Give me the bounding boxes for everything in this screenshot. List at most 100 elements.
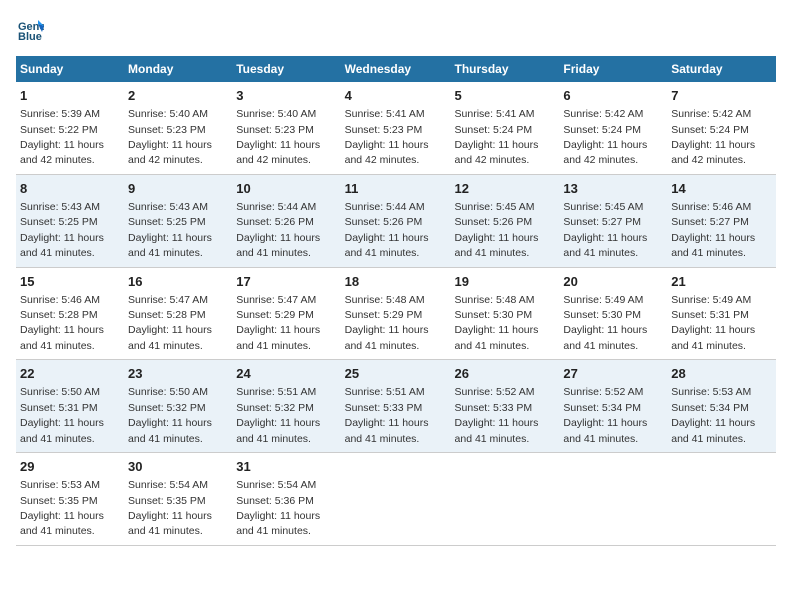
day-number: 12 xyxy=(455,180,556,198)
day-number: 14 xyxy=(671,180,772,198)
cell-info: Sunrise: 5:53 AMSunset: 5:35 PMDaylight:… xyxy=(20,479,104,537)
cell-info: Sunrise: 5:41 AMSunset: 5:23 PMDaylight:… xyxy=(345,108,429,166)
day-number: 22 xyxy=(20,365,120,383)
table-row xyxy=(559,453,667,546)
cell-info: Sunrise: 5:40 AMSunset: 5:23 PMDaylight:… xyxy=(128,108,212,166)
calendar-table: SundayMondayTuesdayWednesdayThursdayFrid… xyxy=(16,56,776,546)
cell-info: Sunrise: 5:43 AMSunset: 5:25 PMDaylight:… xyxy=(20,201,104,259)
col-header-tuesday: Tuesday xyxy=(232,56,340,82)
day-number: 13 xyxy=(563,180,663,198)
table-row: 16 Sunrise: 5:47 AMSunset: 5:28 PMDayligh… xyxy=(124,267,232,360)
day-number: 16 xyxy=(128,273,228,291)
day-number: 21 xyxy=(671,273,772,291)
table-row: 18Sunrise: 5:48 AMSunset: 5:29 PMDayligh… xyxy=(341,267,451,360)
day-number: 23 xyxy=(128,365,228,383)
table-row: 8 Sunrise: 5:43 AMSunset: 5:25 PMDaylight… xyxy=(16,174,124,267)
day-number: 11 xyxy=(345,180,447,198)
day-number: 27 xyxy=(563,365,663,383)
day-number: 30 xyxy=(128,458,228,476)
col-header-monday: Monday xyxy=(124,56,232,82)
day-number: 1 xyxy=(20,87,120,105)
table-row: 19 Sunrise: 5:48 AMSunset: 5:30 PMDayligh… xyxy=(451,267,560,360)
table-row: 11Sunrise: 5:44 AMSunset: 5:26 PMDayligh… xyxy=(341,174,451,267)
table-row xyxy=(341,453,451,546)
table-row: 23 Sunrise: 5:50 AMSunset: 5:32 PMDayligh… xyxy=(124,360,232,453)
cell-info: Sunrise: 5:48 AMSunset: 5:29 PMDaylight:… xyxy=(345,294,429,352)
cell-info: Sunrise: 5:42 AMSunset: 5:24 PMDaylight:… xyxy=(563,108,647,166)
day-number: 20 xyxy=(563,273,663,291)
table-row: 6Sunrise: 5:42 AMSunset: 5:24 PMDaylight… xyxy=(559,82,667,174)
table-row: 26 Sunrise: 5:52 AMSunset: 5:33 PMDayligh… xyxy=(451,360,560,453)
cell-info: Sunrise: 5:42 AMSunset: 5:24 PMDaylight:… xyxy=(671,108,755,166)
day-number: 4 xyxy=(345,87,447,105)
cell-info: Sunrise: 5:46 AMSunset: 5:27 PMDaylight:… xyxy=(671,201,755,259)
table-row: 5 Sunrise: 5:41 AMSunset: 5:24 PMDaylight… xyxy=(451,82,560,174)
cell-info: Sunrise: 5:46 AMSunset: 5:28 PMDaylight:… xyxy=(20,294,104,352)
table-row: 17 Sunrise: 5:47 AMSunset: 5:29 PMDayligh… xyxy=(232,267,340,360)
cell-info: Sunrise: 5:51 AMSunset: 5:32 PMDaylight:… xyxy=(236,386,320,444)
cell-info: Sunrise: 5:51 AMSunset: 5:33 PMDaylight:… xyxy=(345,386,429,444)
table-row: 24 Sunrise: 5:51 AMSunset: 5:32 PMDayligh… xyxy=(232,360,340,453)
day-number: 9 xyxy=(128,180,228,198)
day-number: 15 xyxy=(20,273,120,291)
day-number: 24 xyxy=(236,365,336,383)
cell-info: Sunrise: 5:45 AMSunset: 5:27 PMDaylight:… xyxy=(563,201,647,259)
svg-text:Blue: Blue xyxy=(18,31,42,43)
table-row: 12 Sunrise: 5:45 AMSunset: 5:26 PMDayligh… xyxy=(451,174,560,267)
table-row: 21 Sunrise: 5:49 AMSunset: 5:31 PMDayligh… xyxy=(667,267,776,360)
cell-info: Sunrise: 5:54 AMSunset: 5:35 PMDaylight:… xyxy=(128,479,212,537)
table-row: 31Sunrise: 5:54 AMSunset: 5:36 PMDayligh… xyxy=(232,453,340,546)
table-row: 10 Sunrise: 5:44 AMSunset: 5:26 PMDayligh… xyxy=(232,174,340,267)
table-row: 27 Sunrise: 5:52 AMSunset: 5:34 PMDayligh… xyxy=(559,360,667,453)
cell-info: Sunrise: 5:49 AMSunset: 5:31 PMDaylight:… xyxy=(671,294,755,352)
day-number: 8 xyxy=(20,180,120,198)
col-header-wednesday: Wednesday xyxy=(341,56,451,82)
cell-info: Sunrise: 5:48 AMSunset: 5:30 PMDaylight:… xyxy=(455,294,539,352)
cell-info: Sunrise: 5:53 AMSunset: 5:34 PMDaylight:… xyxy=(671,386,755,444)
logo: General Blue xyxy=(16,16,48,44)
table-row: 20 Sunrise: 5:49 AMSunset: 5:30 PMDayligh… xyxy=(559,267,667,360)
col-header-friday: Friday xyxy=(559,56,667,82)
cell-info: Sunrise: 5:50 AMSunset: 5:32 PMDaylight:… xyxy=(128,386,212,444)
cell-info: Sunrise: 5:43 AMSunset: 5:25 PMDaylight:… xyxy=(128,201,212,259)
table-row: 15 Sunrise: 5:46 AMSunset: 5:28 PMDayligh… xyxy=(16,267,124,360)
cell-info: Sunrise: 5:47 AMSunset: 5:28 PMDaylight:… xyxy=(128,294,212,352)
table-row: 4 Sunrise: 5:41 AMSunset: 5:23 PMDaylight… xyxy=(341,82,451,174)
cell-info: Sunrise: 5:44 AMSunset: 5:26 PMDaylight:… xyxy=(236,201,320,259)
cell-info: Sunrise: 5:40 AMSunset: 5:23 PMDaylight:… xyxy=(236,108,320,166)
table-row: 7 Sunrise: 5:42 AMSunset: 5:24 PMDaylight… xyxy=(667,82,776,174)
day-number: 28 xyxy=(671,365,772,383)
day-number: 5 xyxy=(455,87,556,105)
day-number: 10 xyxy=(236,180,336,198)
col-header-sunday: Sunday xyxy=(16,56,124,82)
day-number: 29 xyxy=(20,458,120,476)
table-row: 13 Sunrise: 5:45 AMSunset: 5:27 PMDayligh… xyxy=(559,174,667,267)
col-header-saturday: Saturday xyxy=(667,56,776,82)
cell-info: Sunrise: 5:47 AMSunset: 5:29 PMDaylight:… xyxy=(236,294,320,352)
table-row: 1Sunrise: 5:39 AMSunset: 5:22 PMDaylight… xyxy=(16,82,124,174)
day-number: 2 xyxy=(128,87,228,105)
day-number: 25 xyxy=(345,365,447,383)
cell-info: Sunrise: 5:52 AMSunset: 5:33 PMDaylight:… xyxy=(455,386,539,444)
day-number: 19 xyxy=(455,273,556,291)
table-row: 28 Sunrise: 5:53 AMSunset: 5:34 PMDayligh… xyxy=(667,360,776,453)
day-number: 17 xyxy=(236,273,336,291)
cell-info: Sunrise: 5:52 AMSunset: 5:34 PMDaylight:… xyxy=(563,386,647,444)
table-row: 3 Sunrise: 5:40 AMSunset: 5:23 PMDaylight… xyxy=(232,82,340,174)
table-row xyxy=(451,453,560,546)
table-row: 9 Sunrise: 5:43 AMSunset: 5:25 PMDaylight… xyxy=(124,174,232,267)
table-row: 30 Sunrise: 5:54 AMSunset: 5:35 PMDayligh… xyxy=(124,453,232,546)
col-header-thursday: Thursday xyxy=(451,56,560,82)
day-number: 3 xyxy=(236,87,336,105)
cell-info: Sunrise: 5:41 AMSunset: 5:24 PMDaylight:… xyxy=(455,108,539,166)
day-number: 7 xyxy=(671,87,772,105)
table-row: 14 Sunrise: 5:46 AMSunset: 5:27 PMDayligh… xyxy=(667,174,776,267)
day-number: 26 xyxy=(455,365,556,383)
table-row: 22Sunrise: 5:50 AMSunset: 5:31 PMDayligh… xyxy=(16,360,124,453)
table-row xyxy=(667,453,776,546)
cell-info: Sunrise: 5:49 AMSunset: 5:30 PMDaylight:… xyxy=(563,294,647,352)
logo-icon: General Blue xyxy=(16,16,44,44)
cell-info: Sunrise: 5:45 AMSunset: 5:26 PMDaylight:… xyxy=(455,201,539,259)
table-row: 2 Sunrise: 5:40 AMSunset: 5:23 PMDaylight… xyxy=(124,82,232,174)
day-number: 31 xyxy=(236,458,336,476)
